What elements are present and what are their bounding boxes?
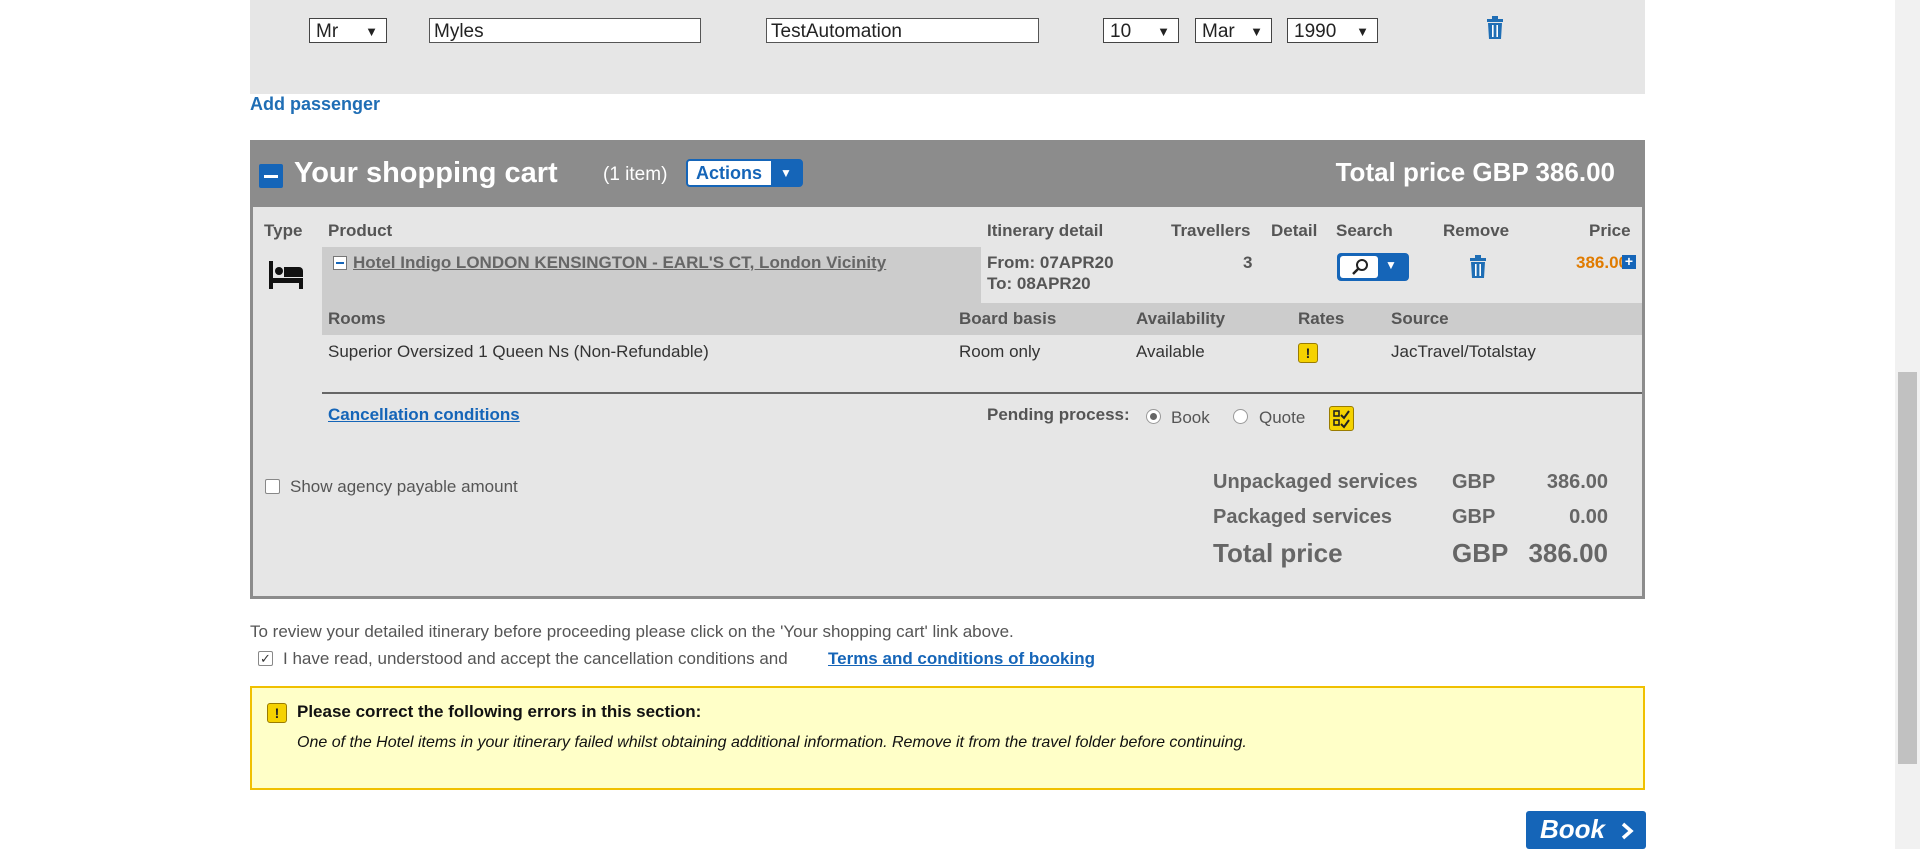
book-button-label: Book [1540, 814, 1605, 844]
search-dropdown-button[interactable]: ▼ [1337, 253, 1409, 281]
dob-year-select[interactable]: 1990 ▼ [1287, 18, 1378, 43]
col-type: Type [264, 221, 303, 240]
dob-month-select[interactable]: Mar ▼ [1195, 18, 1272, 43]
actions-dropdown[interactable]: Actions ▼ [686, 159, 803, 187]
summary-unpackaged-label: Unpackaged services [1213, 471, 1418, 493]
pending-book-label: Book [1171, 408, 1210, 427]
search-icon [1340, 256, 1378, 278]
warning-icon: ! [267, 703, 287, 723]
summary-unpackaged-currency: GBP [1452, 471, 1496, 493]
col-rates: Rates [1298, 309, 1345, 328]
title-select-value: Mr [316, 21, 339, 42]
chevron-down-icon: ▼ [1250, 24, 1263, 39]
pending-quote-label: Quote [1259, 408, 1306, 427]
passenger-row: Mr ▼ Myles TestAutomation 10 ▼ Mar ▼ 199… [250, 0, 1645, 94]
actions-label: Actions [696, 163, 763, 183]
divider [322, 392, 1642, 394]
col-detail: Detail [1271, 221, 1318, 240]
review-text: To review your detailed itinerary before… [250, 622, 1014, 641]
summary-packaged-label: Packaged services [1213, 506, 1393, 528]
terms-text: I have read, understood and accept the c… [283, 649, 788, 668]
warning-icon[interactable]: ! [1298, 343, 1318, 363]
chevron-down-icon: ▼ [1356, 24, 1369, 39]
trash-icon[interactable] [1468, 255, 1488, 279]
col-availability: Availability [1136, 309, 1226, 328]
itinerary-to: To: 08APR20 [987, 274, 1091, 293]
shopping-cart: Your shopping cart (1 item) Actions ▼ To… [250, 140, 1645, 599]
summary-packaged-currency: GBP [1452, 506, 1496, 528]
cart-item-count: (1 item) [603, 164, 668, 185]
travellers-count: 3 [1243, 253, 1253, 272]
chevron-right-icon [1621, 822, 1634, 840]
dob-day-select[interactable]: 10 ▼ [1103, 18, 1179, 43]
checklist-icon[interactable] [1329, 406, 1354, 431]
summary-packaged-amount: 0.00 [1569, 506, 1608, 528]
col-product: Product [328, 221, 393, 240]
error-title: Please correct the following errors in t… [297, 702, 702, 721]
terms-checkbox[interactable]: ✓ [258, 651, 273, 666]
summary-total-currency: GBP [1452, 538, 1509, 568]
bed-icon [269, 261, 303, 289]
minus-icon [336, 262, 344, 264]
col-remove: Remove [1443, 221, 1510, 240]
add-passenger-link[interactable]: Add passenger [250, 94, 380, 115]
chevron-down-icon: ▼ [771, 161, 801, 185]
itinerary-from: From: 07APR20 [987, 253, 1114, 272]
collapse-item-button[interactable] [333, 256, 347, 270]
cancellation-conditions-link[interactable]: Cancellation conditions [328, 405, 520, 425]
col-board: Board basis [959, 309, 1057, 328]
summary-total-label: Total price [1213, 538, 1343, 568]
cart-title-link[interactable]: Your shopping cart [294, 157, 558, 190]
chevron-down-icon: ▼ [365, 24, 378, 39]
room-name: Superior Oversized 1 Queen Ns (Non-Refun… [328, 342, 709, 361]
minus-icon [264, 175, 278, 178]
cart-header: Your shopping cart (1 item) Actions ▼ To… [253, 143, 1642, 207]
room-source: JacTravel/Totalstay [1391, 342, 1536, 361]
summary-total-amount: 386.00 [1528, 538, 1608, 568]
col-rooms: Rooms [328, 309, 386, 328]
terms-link[interactable]: Terms and conditions of booking [828, 649, 1095, 669]
chevron-down-icon: ▼ [1157, 24, 1170, 39]
agency-payable-checkbox[interactable] [265, 479, 280, 494]
first-name-input[interactable]: Myles [429, 18, 701, 43]
last-name-input[interactable]: TestAutomation [766, 18, 1039, 43]
col-itinerary: Itinerary detail [987, 221, 1104, 240]
error-message: One of the Hotel items in your itinerary… [297, 734, 1247, 751]
item-price: 386.00 [1576, 253, 1628, 272]
chevron-down-icon: ▼ [1385, 258, 1397, 272]
col-travellers: Travellers [1171, 221, 1251, 240]
pending-quote-radio[interactable] [1233, 409, 1248, 424]
col-source: Source [1391, 309, 1449, 328]
product-link[interactable]: Hotel Indigo LONDON KENSINGTON - EARL'S … [353, 253, 886, 273]
dob-day-value: 10 [1110, 21, 1132, 42]
pending-book-radio[interactable] [1146, 409, 1161, 424]
cart-total-header: Total price GBP 386.00 [1335, 157, 1615, 187]
plus-icon[interactable]: + [1622, 254, 1636, 269]
pending-process-label: Pending process: [987, 405, 1130, 424]
collapse-cart-button[interactable] [259, 164, 283, 188]
summary-unpackaged-amount: 386.00 [1546, 471, 1608, 493]
room-board: Room only [959, 342, 1041, 361]
error-box: ! Please correct the following errors in… [250, 686, 1645, 790]
col-price: Price [1589, 221, 1631, 240]
room-availability: Available [1136, 342, 1205, 361]
col-search: Search [1336, 221, 1393, 240]
book-button[interactable]: Book [1526, 811, 1646, 849]
scrollbar-thumb[interactable] [1898, 372, 1917, 764]
agency-payable-label: Show agency payable amount [290, 477, 518, 496]
dob-month-value: Mar [1202, 21, 1235, 42]
trash-icon[interactable] [1485, 16, 1505, 40]
dob-year-value: 1990 [1294, 21, 1337, 42]
title-select[interactable]: Mr ▼ [309, 18, 387, 43]
